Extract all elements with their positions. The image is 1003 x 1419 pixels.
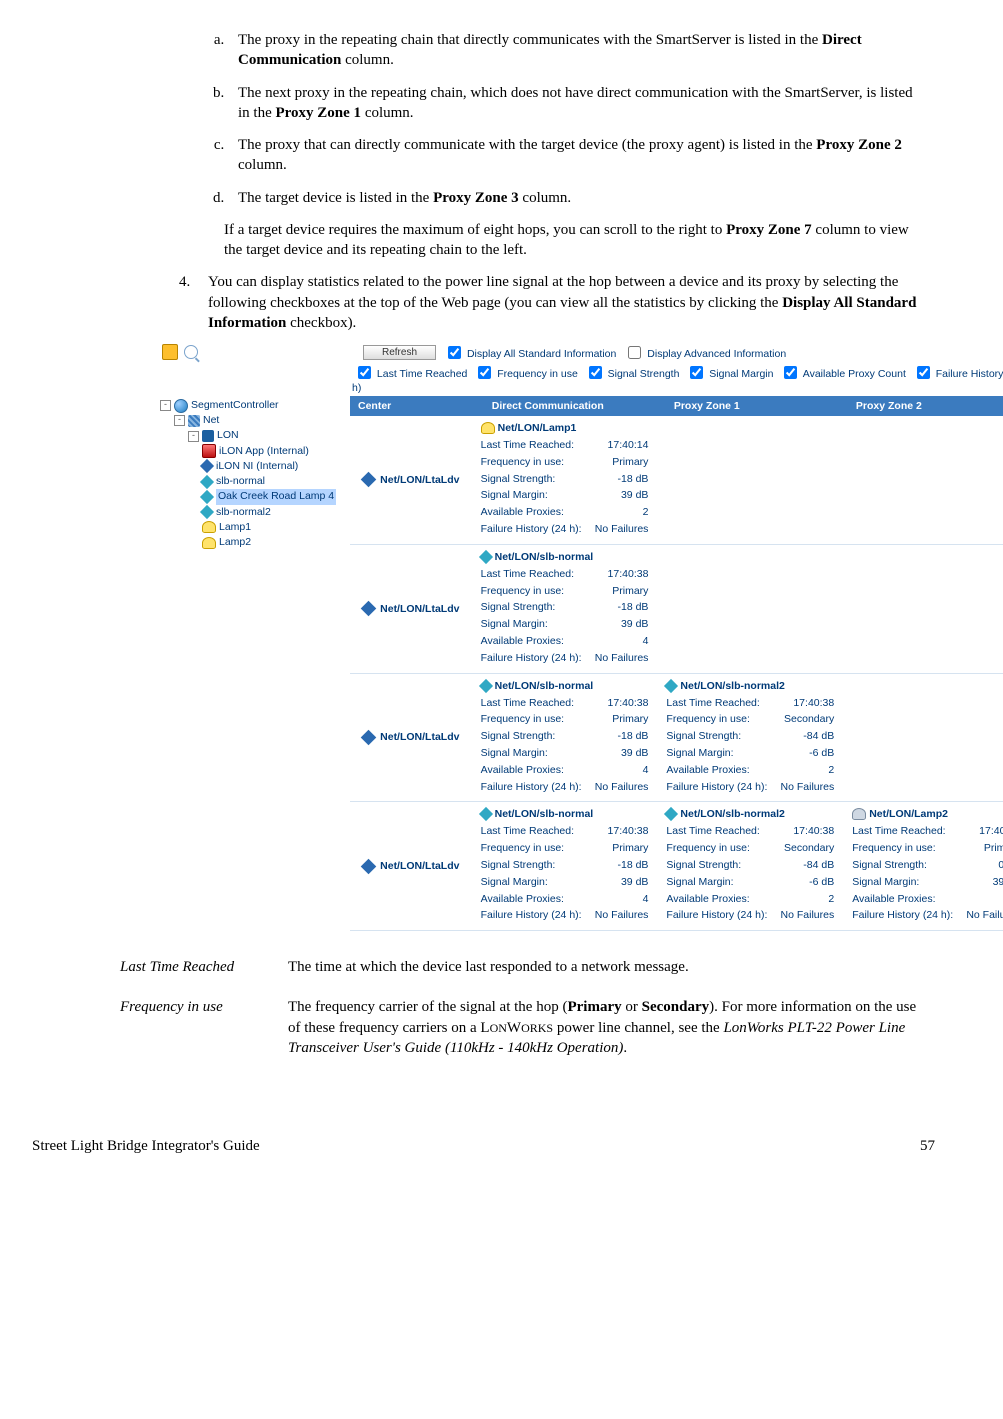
diamond-icon [479,678,493,692]
nav-tree[interactable]: -SegmentController -Net -LON iLON App (I… [160,396,350,931]
app-icon [202,444,216,458]
center-cell: Net/LON/LtaLdv [350,674,473,802]
grid-row: Net/LON/LtaLdv Net/LON/slb-normalLast Ti… [350,802,1003,931]
lon-icon [202,430,214,442]
cb-sig-margin[interactable]: Signal Margin [686,368,773,380]
grid-header: Center Direct Communication Proxy Zone 1… [350,396,1003,416]
diamond-icon [664,678,678,692]
web-screenshot: Refresh Display All Standard Information… [160,343,1003,931]
diamond-icon [361,858,377,874]
diamond-icon [479,550,493,564]
cb-display-std[interactable]: Display All Standard Information [444,343,616,362]
cb-sig-strength[interactable]: Signal Strength [585,368,680,380]
lamp-icon [202,537,216,549]
diamond-icon [664,807,678,821]
list-item-c: The proxy that can directly communicate … [228,135,923,176]
device-zone: Net/LON/slb-normal2Last Time Reached:17:… [658,674,844,802]
device-zone: Net/LON/slb-normal2Last Time Reached:17:… [658,802,844,930]
cb-freq[interactable]: Frequency in use [474,368,577,380]
diamond-icon [361,472,377,488]
diamond-icon [361,730,377,746]
lamp-icon [852,808,866,820]
def-term-freq: Frequency in use [120,997,288,1058]
center-cell: Net/LON/LtaLdv [350,802,473,930]
net-icon [188,415,200,427]
device-zone: Net/LON/slb-normalLast Time Reached:17:4… [473,802,659,930]
list-item-a: The proxy in the repeating chain that di… [228,30,923,71]
def-term-ltr: Last Time Reached [120,957,288,977]
footer-title: Street Light Bridge Integrator's Guide [32,1138,260,1155]
cb-avail-proxy[interactable]: Available Proxy Count [780,368,905,380]
def-body-freq: The frequency carrier of the signal at t… [288,997,923,1058]
center-cell: Net/LON/LtaLdv [350,416,473,544]
lamp-icon [481,422,495,434]
device-zone: Net/LON/Lamp2Last Time Reached:17:40:15F… [844,802,1003,930]
para-hops: If a target device requires the maximum … [224,220,923,261]
cb-last-time[interactable]: Last Time Reached [354,368,467,380]
diamond-icon [200,459,214,473]
center-cell: Net/LON/LtaLdv [350,545,473,673]
footer-page: 57 [920,1138,935,1155]
diamond-icon [361,601,377,617]
grid-row: Net/LON/LtaLdv Net/LON/slb-normalLast Ti… [350,674,1003,803]
grid-row: Net/LON/LtaLdv Net/LON/Lamp1Last Time Re… [350,416,1003,545]
lamp-icon [202,521,216,533]
globe-icon [174,399,188,413]
search-icon[interactable] [184,345,198,359]
def-body-ltr: The time at which the device last respon… [288,957,923,977]
device-zone: Net/LON/slb-normalLast Time Reached:17:4… [473,674,659,802]
grid-row: Net/LON/LtaLdv Net/LON/slb-normalLast Ti… [350,545,1003,674]
diamond-icon [200,505,214,519]
checkbox-row: Last Time Reached Frequency in use Signa… [160,361,1003,396]
device-zone: Net/LON/Lamp1Last Time Reached:17:40:14F… [473,416,659,544]
diamond-icon [479,807,493,821]
list-item-d: The target device is listed in the Proxy… [228,188,923,208]
refresh-button[interactable]: Refresh [363,345,436,360]
cb-display-adv[interactable]: Display Advanced Information [624,343,786,362]
diamond-icon [200,475,214,489]
device-zone: Net/LON/slb-normalLast Time Reached:17:4… [473,545,659,673]
list-item-4: You can display statistics related to th… [194,272,923,333]
nav-icon[interactable] [162,344,178,360]
diamond-icon [200,490,214,504]
list-item-b: The next proxy in the repeating chain, w… [228,83,923,124]
